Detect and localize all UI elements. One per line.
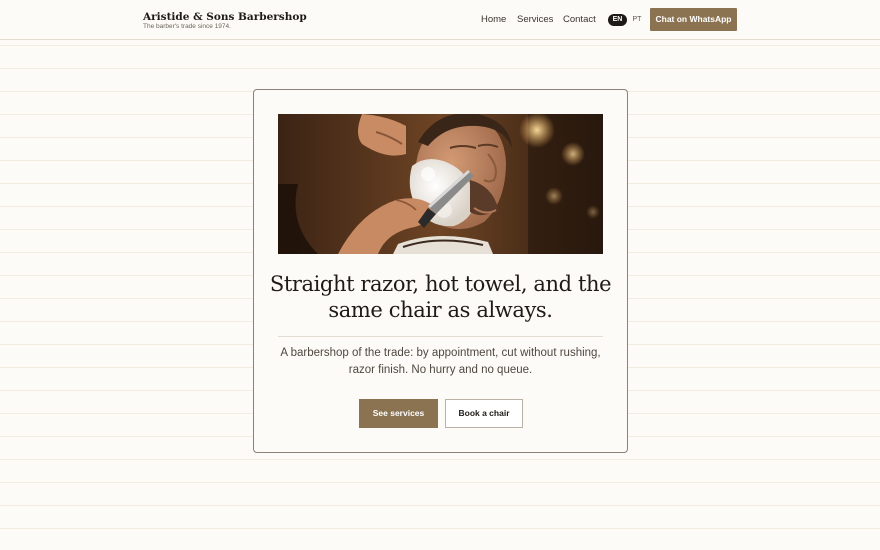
barber-shaving-illustration	[278, 114, 603, 254]
language-switcher: EN PT	[608, 14, 646, 27]
nav-contact-link[interactable]: Contact	[563, 14, 596, 26]
hero-description: A barbershop of the trade: by appointmen…	[280, 347, 601, 376]
divider	[278, 336, 603, 337]
brand-logo[interactable]: Aristide & Sons Barbershop The barber's …	[143, 11, 307, 31]
whatsapp-chat-button[interactable]: Chat on WhatsApp	[650, 8, 737, 31]
brand-tagline: The barber's trade since 1974.	[143, 23, 231, 30]
hero-card: Straight razor, hot towel, and the same …	[253, 89, 628, 453]
nav-services-link[interactable]: Services	[517, 14, 553, 26]
book-a-chair-button[interactable]: Book a chair	[445, 399, 523, 428]
nav-home-link[interactable]: Home	[481, 14, 506, 26]
language-pt-option[interactable]: PT	[630, 14, 644, 26]
brand-name: Aristide & Sons Barbershop	[143, 11, 307, 23]
hero-headline: Straight razor, hot towel, and the same …	[269, 272, 612, 322]
see-services-button[interactable]: See services	[359, 399, 438, 428]
language-en-option[interactable]: EN	[608, 14, 627, 26]
hero-image	[278, 114, 603, 254]
site-header: Aristide & Sons Barbershop The barber's …	[0, 0, 880, 40]
